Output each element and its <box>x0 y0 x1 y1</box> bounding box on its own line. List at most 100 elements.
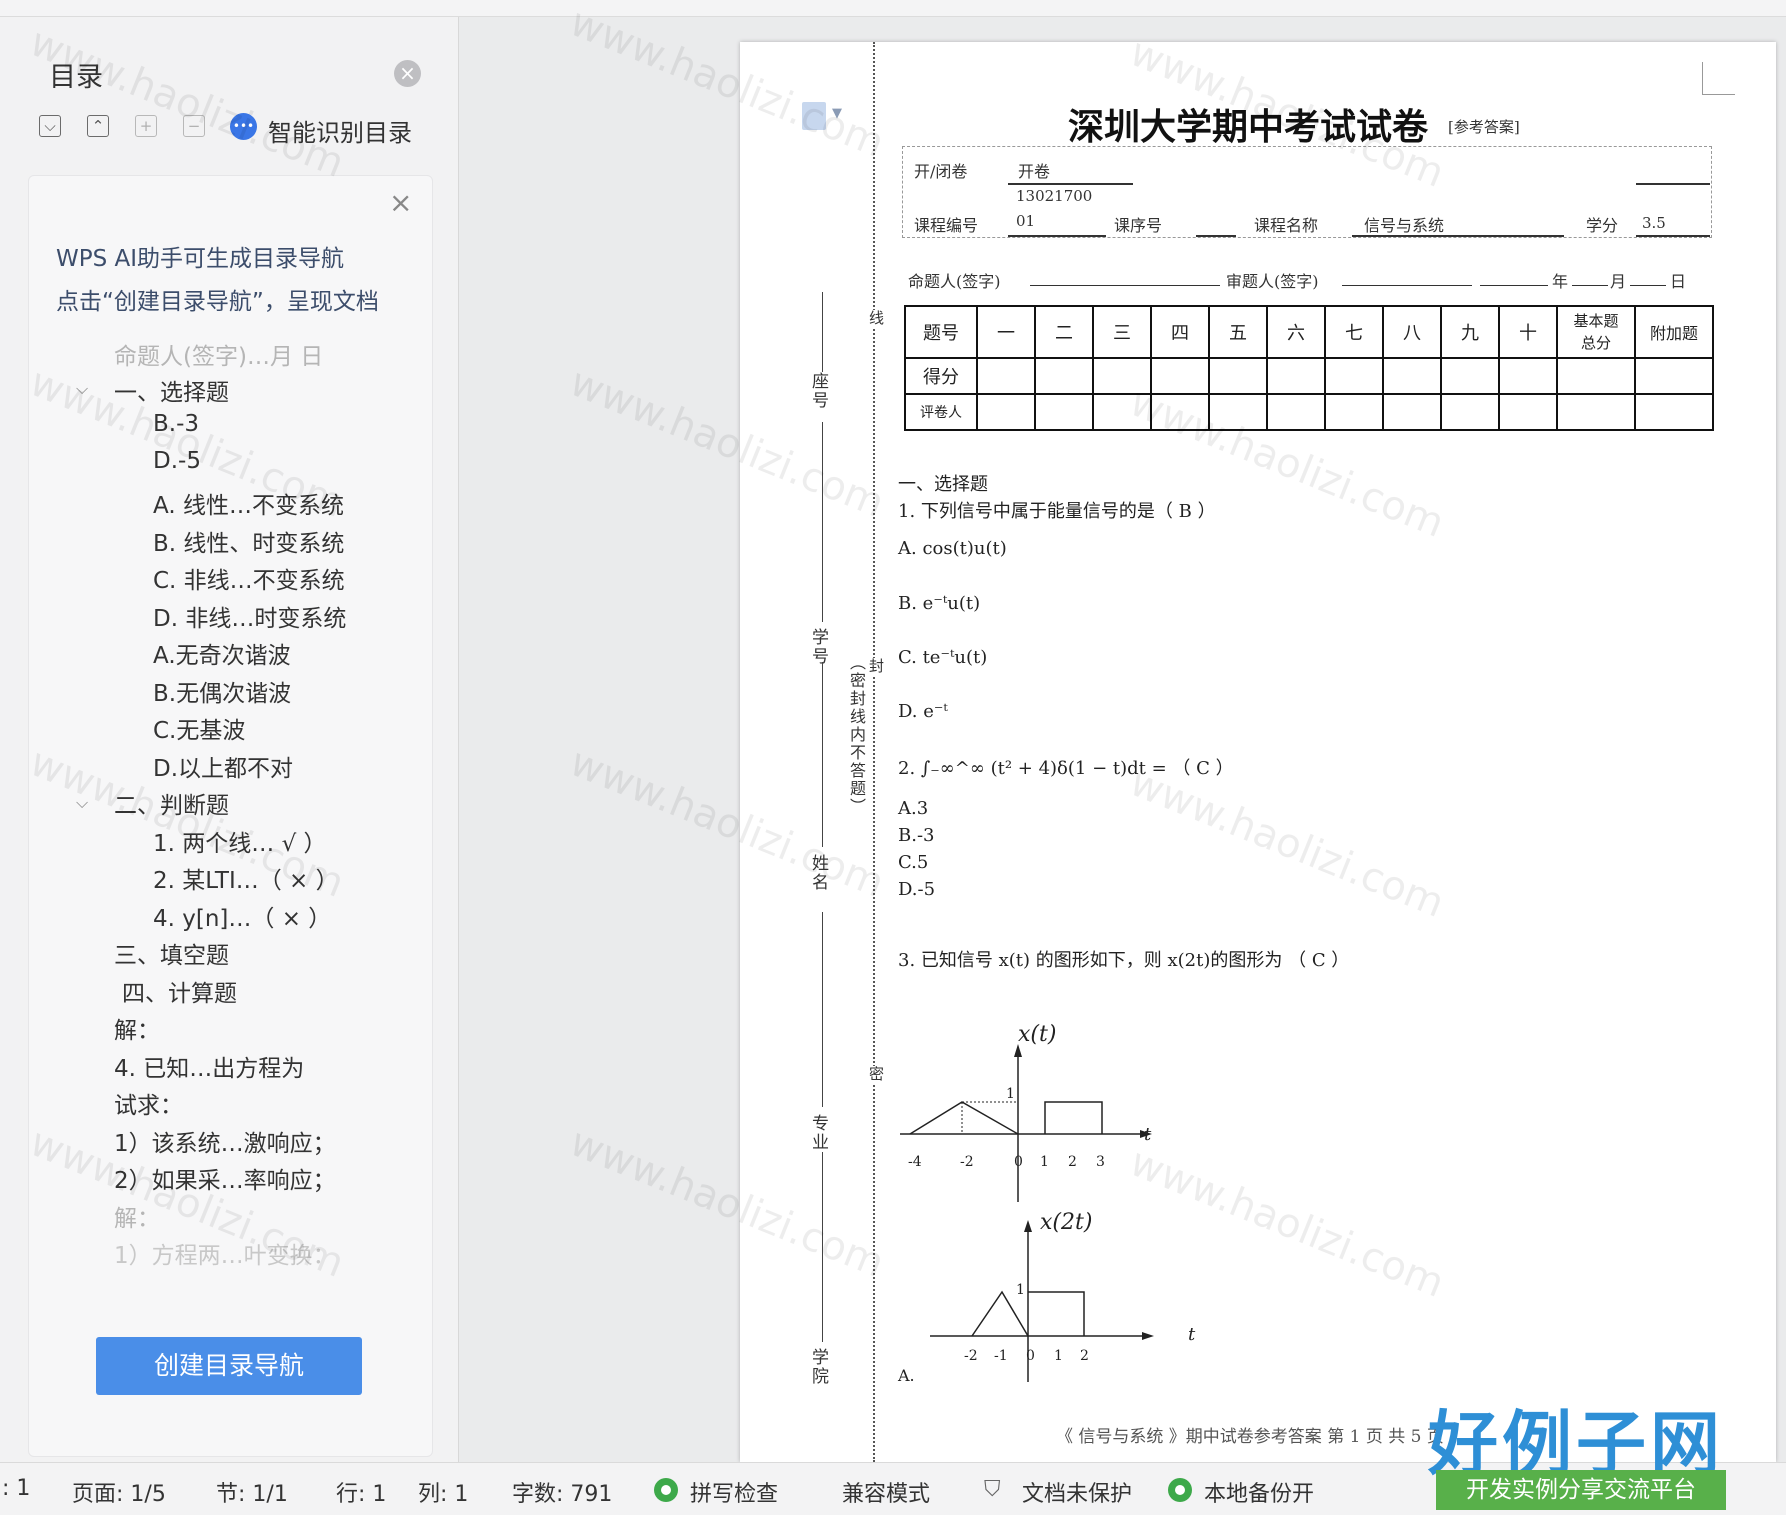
grader-cell[interactable] <box>976 393 1036 431</box>
question-2: 2. ∫₋∞^∞ (t² + 4)δ(1 − t)dt = （ C ） <box>898 758 1234 779</box>
chevron-down-icon[interactable]: ▼ <box>832 106 842 121</box>
section-choice-heading: 一、选择题 <box>898 474 988 495</box>
toc-item[interactable]: 解： <box>114 1199 160 1233</box>
setter-label: 命题人(签字) <box>908 272 1001 291</box>
toc-item[interactable]: 一、选择题 <box>114 373 229 407</box>
grader-cell[interactable] <box>1034 393 1094 431</box>
xt-tick: 1 <box>1040 1154 1049 1170</box>
score-cell[interactable] <box>1498 357 1558 395</box>
score-cell[interactable] <box>1382 357 1442 395</box>
grader-cell[interactable] <box>1556 393 1636 431</box>
score-cell[interactable] <box>1556 357 1636 395</box>
local-backup-button[interactable]: 本地备份开 <box>1204 1476 1314 1508</box>
toc-item[interactable]: C.无基波 <box>153 711 245 745</box>
grader-cell[interactable] <box>1324 393 1384 431</box>
close-panel-icon[interactable]: × <box>389 186 412 219</box>
spellcheck-icon[interactable] <box>654 1478 678 1502</box>
document-page[interactable]: ▼ 座号 学号 姓名 专业 学院 （密封线内不答题） 线 封 密 深圳大学期中考… <box>740 42 1776 1462</box>
score-header-cell: 六 <box>1266 305 1326 359</box>
document-icon[interactable] <box>802 102 826 130</box>
score-header-cell: 基本题 总分 <box>1556 305 1636 359</box>
score-header-cell: 五 <box>1208 305 1268 359</box>
toc-sidebar: 目录 × ⌵ ⌃ + − ••• 智能识别目录 × WPS AI助手可生成目录导… <box>0 17 459 1462</box>
grader-cell[interactable] <box>1266 393 1326 431</box>
shield-icon[interactable]: ⛉ <box>984 1477 1001 1502</box>
score-header-cell: 九 <box>1440 305 1500 359</box>
toc-item[interactable]: 二、判断题 <box>114 786 229 820</box>
score-cell[interactable] <box>1634 357 1714 395</box>
ai-hint-line-1: WPS AI助手可生成目录导航 <box>56 246 345 272</box>
underline <box>1480 285 1548 286</box>
score-cell[interactable] <box>1208 357 1268 395</box>
status-word-count[interactable]: 字数: 791 <box>512 1476 612 1508</box>
toc-item[interactable]: 四、计算题 <box>122 974 237 1008</box>
underline <box>1342 285 1472 286</box>
chevron-down-icon[interactable]: ⌵ <box>76 793 88 813</box>
grader-cell[interactable] <box>1382 393 1442 431</box>
spellcheck-button[interactable]: 拼写检查 <box>690 1476 778 1508</box>
remove-heading-icon[interactable]: − <box>183 115 205 137</box>
close-icon[interactable]: × <box>394 60 421 87</box>
toc-item[interactable]: B. 线性、时变系统 <box>153 524 344 558</box>
toc-item[interactable]: 2. 某LTI…（ × ） <box>153 861 339 895</box>
grader-cell[interactable] <box>1498 393 1558 431</box>
toc-item[interactable]: B.-3 <box>153 411 199 437</box>
open-closed-label: 开/闭卷 <box>914 162 968 181</box>
ai-assistant-icon[interactable]: ••• <box>230 113 257 140</box>
sidebar-title: 目录 <box>49 62 103 93</box>
grader-cell[interactable] <box>1092 393 1152 431</box>
x2t-tick: 0 <box>1026 1348 1035 1364</box>
toc-item[interactable]: D. 非线…时变系统 <box>153 599 346 633</box>
seal-line-char: 线 <box>866 310 887 327</box>
toc-item[interactable]: 4. 已知…出方程为 <box>114 1049 304 1083</box>
x2t-label: x(2t) <box>1040 1210 1093 1235</box>
smart-toc-button[interactable]: 智能识别目录 <box>268 113 412 148</box>
toc-item[interactable]: 4. y[n]…（ × ） <box>153 899 331 933</box>
toc-item[interactable]: D.以上都不对 <box>153 749 293 783</box>
xt-label: x(t) <box>1018 1022 1057 1047</box>
toc-item[interactable]: 解： <box>114 1011 160 1045</box>
grader-cell[interactable] <box>1634 393 1714 431</box>
major-label: 专业 <box>808 1114 828 1152</box>
toc-item[interactable]: 1）方程两…叶变换： <box>114 1236 336 1270</box>
score-cell[interactable] <box>1034 357 1094 395</box>
toc-item[interactable]: C. 非线…不变系统 <box>153 561 345 595</box>
course-name-label: 课程名称 <box>1254 216 1319 235</box>
toc-item[interactable]: A.无奇次谐波 <box>153 636 291 670</box>
status-cursor-prefix: : 1 <box>2 1476 31 1501</box>
doc-protect-button[interactable]: 文档未保护 <box>1022 1476 1132 1508</box>
q2-option-b: B.-3 <box>898 825 935 846</box>
grader-row-label: 评卷人 <box>904 393 978 431</box>
collapse-all-icon[interactable]: ⌃ <box>87 115 109 137</box>
add-heading-icon[interactable]: + <box>135 115 157 137</box>
chevron-down-icon[interactable]: ⌵ <box>76 379 88 399</box>
toc-item[interactable]: 2）如果采…率响应； <box>114 1161 336 1195</box>
score-cell[interactable] <box>1324 357 1384 395</box>
status-page[interactable]: 页面: 1/5 <box>72 1476 166 1508</box>
grader-cell[interactable] <box>1440 393 1500 431</box>
toc-item[interactable]: B.无偶次谐波 <box>153 674 291 708</box>
toc-item[interactable]: 试求： <box>114 1086 183 1120</box>
score-cell[interactable] <box>1440 357 1500 395</box>
toc-item[interactable]: A. 线性…不变系统 <box>153 486 344 520</box>
create-toc-button[interactable]: 创建目录导航 <box>96 1337 362 1395</box>
student-id-rule <box>822 422 823 622</box>
toc-item[interactable]: 命题人(签字)…月 日 <box>114 337 323 371</box>
binding-line <box>873 42 875 1462</box>
toc-item[interactable]: D.-5 <box>153 448 201 474</box>
toc-item[interactable]: 1. 两个线… √ ） <box>153 824 327 858</box>
score-cell[interactable] <box>1266 357 1326 395</box>
toc-item[interactable]: 三、填空题 <box>114 936 229 970</box>
score-row-label: 得分 <box>904 357 978 395</box>
grader-cell[interactable] <box>1150 393 1210 431</box>
compat-mode-label[interactable]: 兼容模式 <box>842 1476 930 1508</box>
score-cell[interactable] <box>976 357 1036 395</box>
score-cell[interactable] <box>1150 357 1210 395</box>
rect-pulse <box>1028 1291 1085 1336</box>
backup-icon[interactable] <box>1168 1478 1192 1502</box>
college-rule <box>822 1152 823 1342</box>
score-cell[interactable] <box>1092 357 1152 395</box>
grader-cell[interactable] <box>1208 393 1268 431</box>
toc-item[interactable]: 1）该系统…激响应； <box>114 1124 336 1158</box>
expand-all-icon[interactable]: ⌵ <box>39 115 61 137</box>
